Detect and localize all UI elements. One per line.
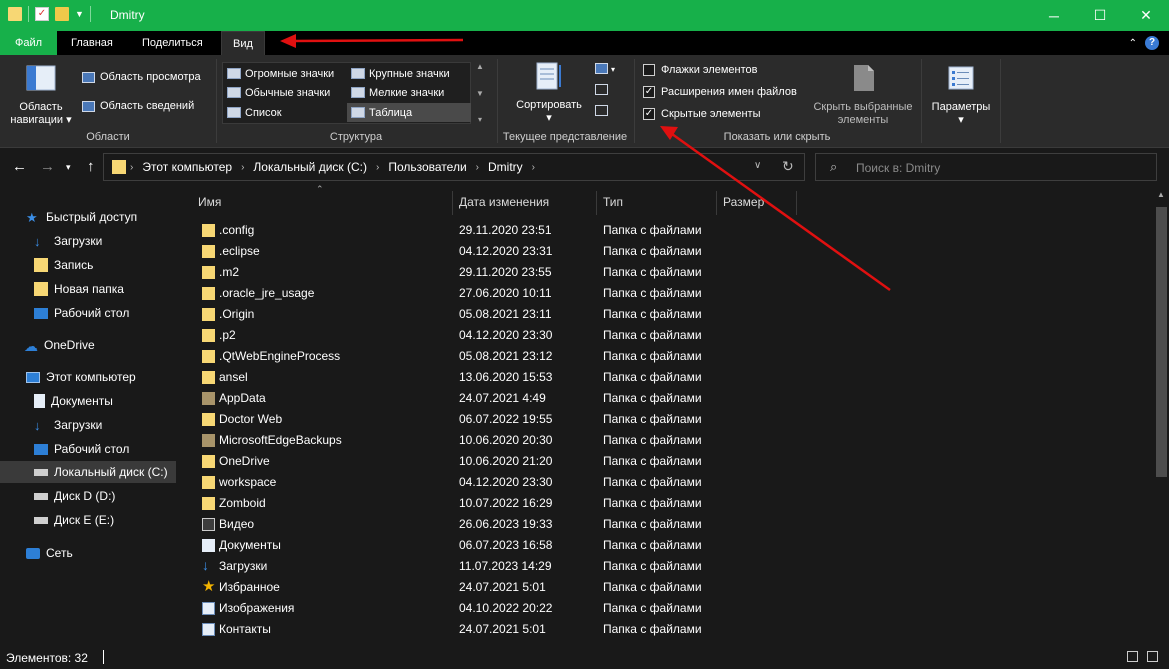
- annotation-arrowhead: [280, 34, 296, 48]
- annotation-arrow: [671, 132, 891, 292]
- annotation-arrows: [280, 34, 891, 292]
- annotation-arrow: [291, 38, 464, 43]
- annotation-arrowhead: [660, 126, 678, 140]
